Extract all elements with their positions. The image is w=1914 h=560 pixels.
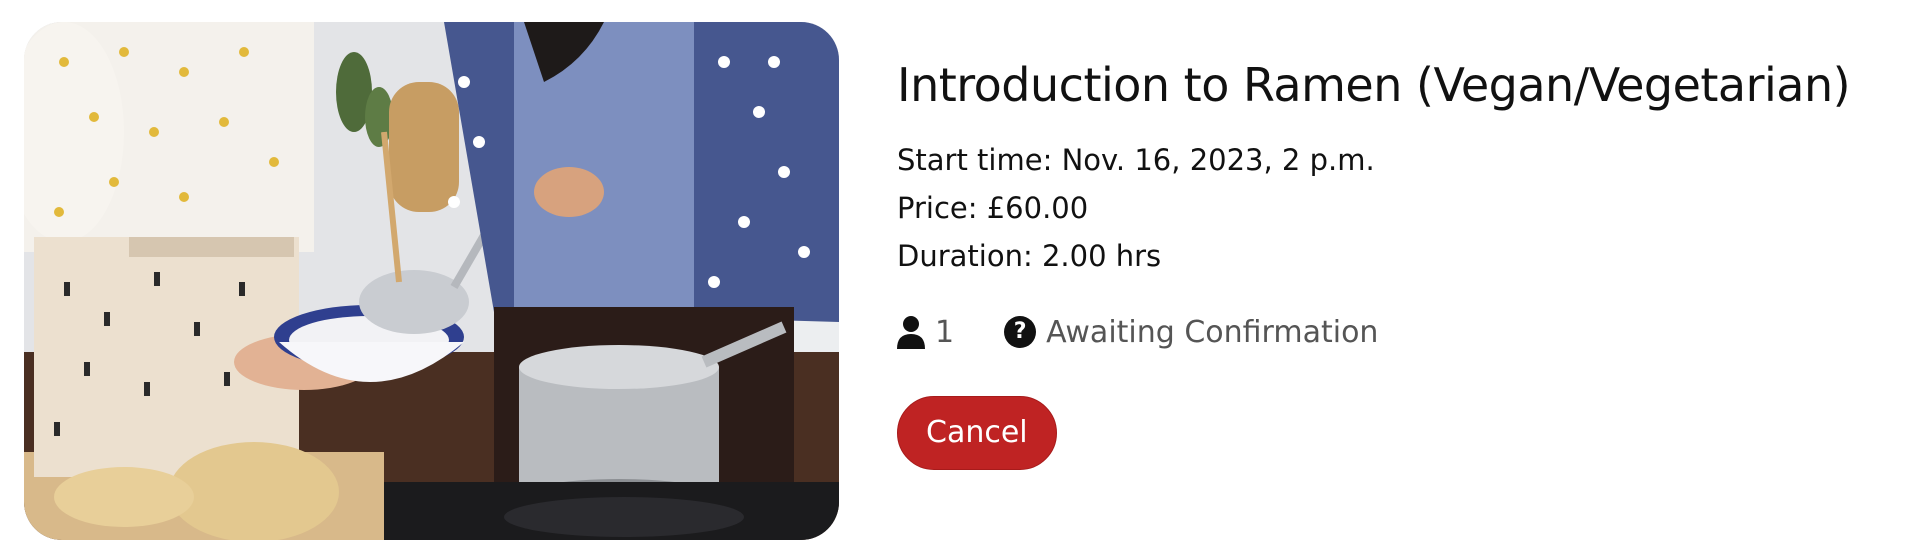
attendee-count: 1 (935, 314, 955, 350)
duration: Duration: 2.00 hrs (897, 239, 1162, 273)
cancel-button[interactable]: Cancel (897, 396, 1057, 470)
booking-status: Awaiting Confirmation (1046, 314, 1379, 350)
class-photo (24, 22, 839, 540)
class-title: Introduction to Ramen (Vegan/Vegetarian) (897, 58, 1851, 112)
person-icon (897, 316, 925, 349)
cooking-photo-illustration (24, 22, 839, 540)
class-details: Introduction to Ramen (Vegan/Vegetarian)… (897, 50, 1887, 470)
booking-status-row: 1 ? Awaiting Confirmation (897, 308, 1887, 356)
question-circle-icon: ? (1004, 316, 1037, 348)
attendee-count-group: 1 (897, 315, 954, 350)
price: Price: £60.00 (897, 191, 1089, 225)
start-time: Start time: Nov. 16, 2023, 2 p.m. (897, 143, 1375, 177)
class-booking-card: Introduction to Ramen (Vegan/Vegetarian)… (0, 0, 1914, 560)
class-meta-list: Start time: Nov. 16, 2023, 2 p.m. Price:… (897, 136, 1887, 280)
booking-state-group: ? Awaiting Confirmation (1004, 315, 1378, 350)
